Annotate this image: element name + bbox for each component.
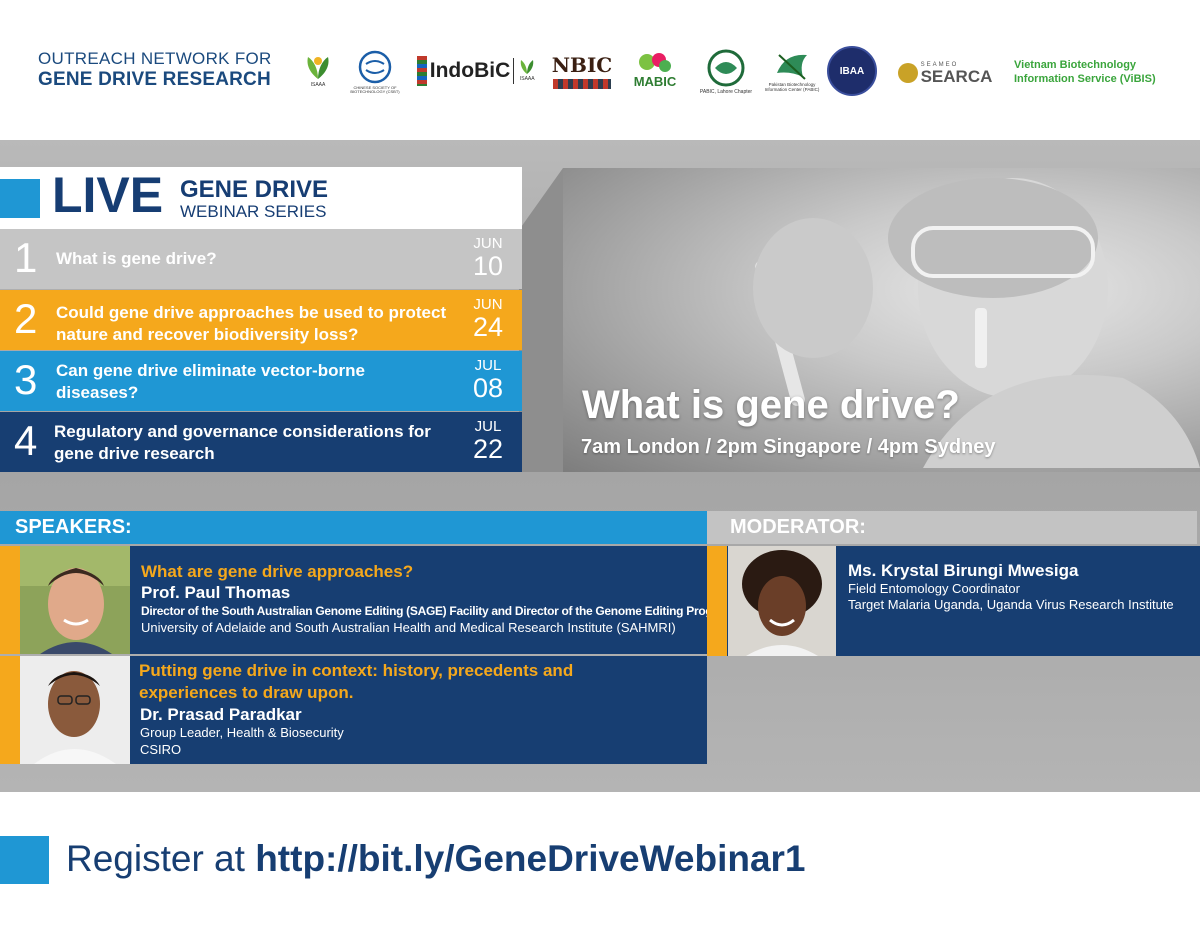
session-row-1[interactable]: 1 What is gene drive? JUN 10: [0, 229, 522, 289]
org-title: OUTREACH NETWORK FOR GENE DRIVE RESEARCH: [38, 50, 272, 89]
speaker-affiliation: University of Adelaide and South Austral…: [141, 620, 676, 635]
accent-bar: [707, 546, 727, 656]
session-row-3[interactable]: 3 Can gene drive eliminate vector-borne …: [0, 351, 522, 411]
pabic-lahore-logo: PABIC, Lahore Chapter: [694, 44, 758, 100]
speakers-label: SPEAKERS:: [15, 516, 132, 538]
session-number: 2: [14, 295, 38, 342]
speaker-name: Prof. Paul Thomas: [141, 583, 291, 602]
speaker-role: Group Leader, Health & Biosecurity: [140, 725, 344, 740]
session-number: 1: [14, 234, 38, 281]
session-title: Could gene drive approaches be used to p…: [56, 303, 447, 344]
nbic-logo: NBIC: [551, 48, 613, 94]
accent-square: [0, 179, 40, 218]
searca-logo: SEAMEO SEARCA: [896, 58, 994, 88]
isaaa-logo: ISAAA: [296, 50, 340, 94]
session-row-4[interactable]: 4 Regulatory and governance consideratio…: [0, 412, 522, 472]
connector-wedge: [519, 168, 563, 472]
speaker-affiliation: CSIRO: [140, 742, 182, 757]
mabic-logo: MABIC: [624, 46, 686, 94]
session-title: Can gene drive eliminate vector-borne di…: [56, 361, 365, 402]
session-day: 10: [472, 251, 504, 281]
moderator-affiliation: Target Malaria Uganda, Uganda Virus Rese…: [848, 597, 1174, 612]
moderator-label: MODERATOR:: [730, 516, 866, 538]
live-label: LIVE: [52, 167, 164, 223]
speaker-photo-prasad-paradkar: [20, 656, 130, 764]
session-row-2[interactable]: 2 Could gene drive approaches be used to…: [0, 290, 522, 350]
session-day: 08: [472, 373, 504, 403]
accent-bar: [0, 546, 20, 654]
session-title: Regulatory and governance considerations…: [54, 422, 431, 463]
series-title: GENE DRIVE WEBINAR SERIES: [180, 176, 329, 221]
moderator-role: Field Entomology Coordinator: [848, 581, 1020, 596]
session-month: JUN: [473, 235, 503, 252]
moderator-name: Ms. Krystal Birungi Mwesiga: [848, 561, 1079, 580]
accent-square: [0, 836, 49, 884]
series-title-line2: WEBINAR SERIES: [180, 202, 327, 221]
speaker-topic-line2: experiences to draw upon.: [139, 683, 354, 702]
session-month: JUL: [474, 357, 502, 374]
session-number: 4: [14, 417, 38, 464]
session-day: 24: [472, 312, 504, 342]
session-month: JUN: [473, 296, 503, 313]
speaker-topic: What are gene drive approaches?: [141, 562, 414, 581]
accent-bar: [0, 656, 20, 764]
ibaa-logo: IBAA: [826, 46, 878, 96]
org-title-line1: OUTREACH NETWORK FOR: [38, 49, 272, 68]
moderator-photo: [728, 546, 836, 656]
series-title-line1: GENE DRIVE: [180, 176, 329, 203]
register-link[interactable]: http://bit.ly/GeneDriveWebinar1: [255, 838, 805, 879]
speaker-photo-paul-thomas: [20, 546, 130, 654]
session-day: 22: [472, 434, 504, 464]
session-month: JUL: [474, 418, 502, 435]
hero-title: What is gene drive?: [582, 383, 960, 427]
indobic-logo: IndoBiC ISAAA: [414, 54, 540, 88]
session-title: What is gene drive?: [56, 249, 217, 268]
speaker-role: Director of the South Australian Genome …: [141, 604, 734, 618]
register-text: Register at http://bit.ly/GeneDriveWebin…: [66, 838, 806, 880]
org-title-line2: GENE DRIVE RESEARCH: [38, 69, 271, 90]
speaker-name: Dr. Prasad Paradkar: [140, 705, 302, 724]
speaker-topic-line1: Putting gene drive in context: history, …: [139, 661, 574, 680]
vibis-logo-text: Vietnam Biotechnology Information Servic…: [1014, 59, 1156, 85]
register-prefix: Register at: [66, 838, 256, 879]
pabic-logo: Pakistan Biotechnology Information Cente…: [762, 42, 822, 100]
hero-time: 7am London / 2pm Singapore / 4pm Sydney: [581, 436, 996, 458]
session-number: 3: [14, 356, 38, 403]
csbt-logo: CHINESE SOCIETY OF BIOTECHNOLOGY (CSBT): [345, 48, 405, 96]
